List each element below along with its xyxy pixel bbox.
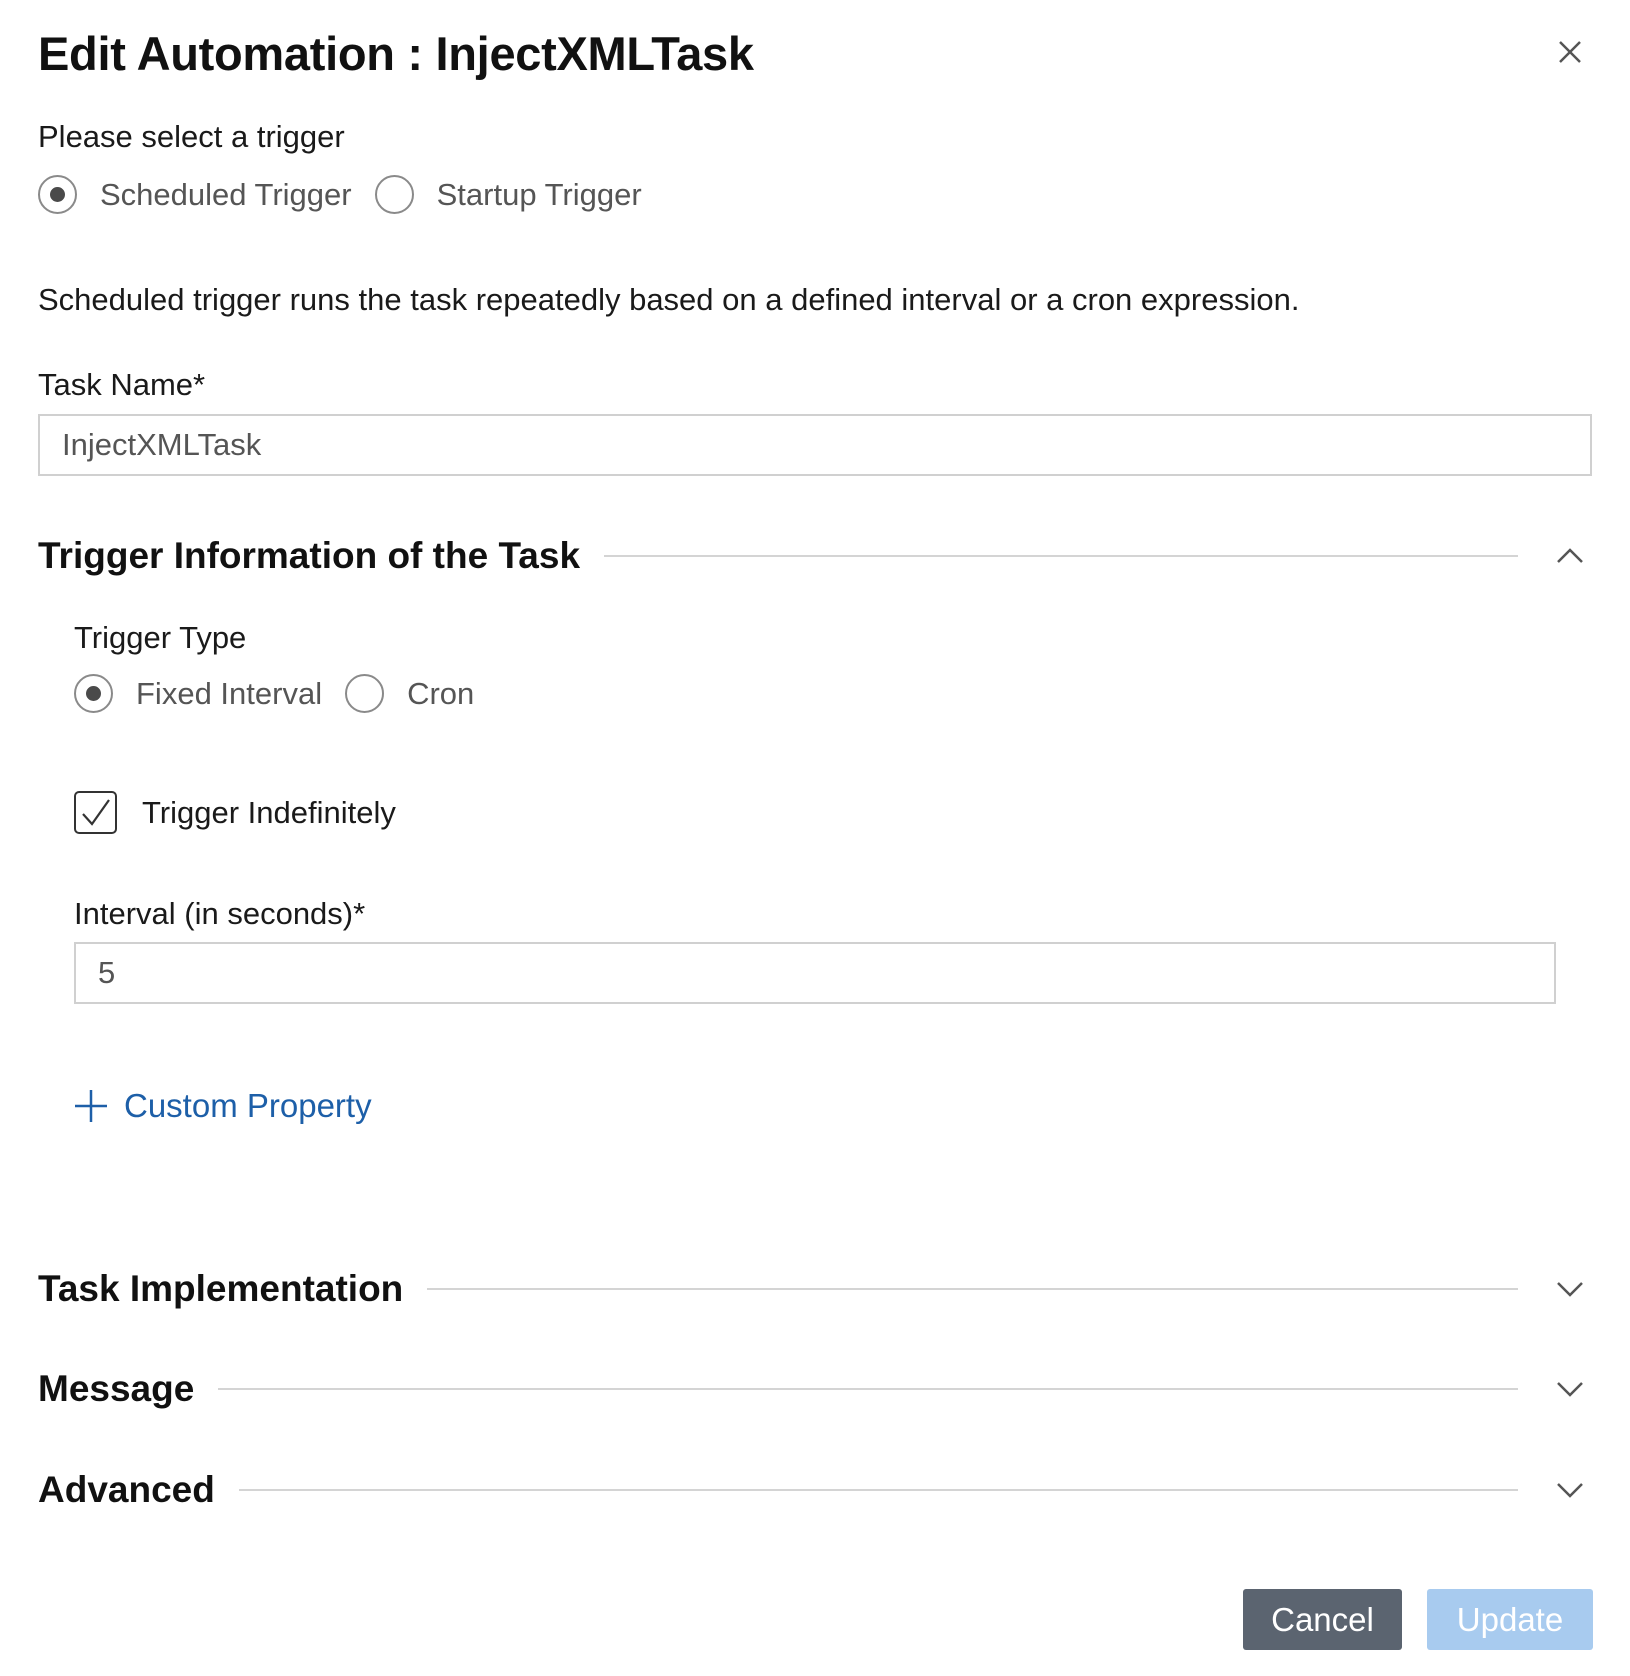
section-title: Message: [38, 1368, 195, 1409]
radio-button-selected[interactable]: [38, 175, 77, 214]
radio-button[interactable]: [345, 674, 385, 713]
edit-automation-dialog: Edit Automation : InjectXMLTask Please s…: [0, 0, 1630, 1676]
radio-startup-trigger[interactable]: Startup Trigger: [374, 175, 665, 214]
section-divider: [427, 1288, 1518, 1290]
plus-icon: [75, 1090, 107, 1122]
radio-scheduled-trigger[interactable]: Scheduled Trigger: [38, 175, 375, 214]
trigger-description: Scheduled trigger runs the task repeated…: [38, 282, 1300, 317]
section-divider: [238, 1489, 1518, 1491]
section-divider: [604, 555, 1518, 557]
chevron-down-icon[interactable]: [1554, 1474, 1586, 1506]
radio-button[interactable]: [374, 175, 414, 214]
checkmark-icon: [81, 798, 110, 826]
trigger-indefinitely-checkbox[interactable]: [74, 791, 117, 834]
task-name-input[interactable]: InjectXMLTask: [38, 414, 1592, 476]
trigger-radio-group: Scheduled Trigger Startup Trigger: [38, 175, 665, 214]
radio-label: Cron: [407, 675, 475, 711]
checkbox-label: Trigger Indefinitely: [142, 794, 396, 830]
close-button[interactable]: [1555, 37, 1585, 67]
radio-cron[interactable]: Cron: [345, 674, 497, 713]
section-title: Trigger Information of the Task: [38, 535, 581, 576]
section-message-header[interactable]: Message: [38, 1366, 1592, 1412]
chevron-up-icon[interactable]: [1554, 540, 1586, 572]
custom-property-label: Custom Property: [124, 1087, 372, 1124]
trigger-type-label: Trigger Type: [74, 620, 247, 655]
trigger-indefinitely-checkbox-row[interactable]: Trigger Indefinitely: [74, 791, 396, 834]
section-divider: [218, 1388, 1518, 1390]
radio-label: Fixed Interval: [136, 675, 323, 711]
trigger-type-radio-group: Fixed Interval Cron: [74, 674, 497, 713]
radio-fixed-interval[interactable]: Fixed Interval: [74, 674, 345, 713]
radio-button-selected[interactable]: [74, 674, 113, 713]
close-icon: [1559, 41, 1581, 63]
add-custom-property-button[interactable]: Custom Property: [74, 1087, 372, 1125]
chevron-down-icon[interactable]: [1554, 1273, 1586, 1305]
cancel-button[interactable]: Cancel: [1243, 1589, 1402, 1650]
chevron-down-icon[interactable]: [1554, 1373, 1586, 1405]
dialog-title: Edit Automation : InjectXMLTask: [38, 27, 754, 80]
interval-label: Interval (in seconds)*: [74, 896, 366, 931]
section-advanced-header[interactable]: Advanced: [38, 1467, 1592, 1513]
interval-input[interactable]: 5: [74, 942, 1556, 1004]
radio-label: Scheduled Trigger: [100, 176, 352, 212]
section-title: Advanced: [38, 1469, 215, 1510]
update-button[interactable]: Update: [1427, 1589, 1593, 1650]
section-title: Task Implementation: [38, 1268, 404, 1309]
section-task-implementation-header[interactable]: Task Implementation: [38, 1266, 1592, 1312]
radio-label: Startup Trigger: [436, 176, 642, 212]
trigger-select-label: Please select a trigger: [38, 119, 345, 154]
section-trigger-info-header[interactable]: Trigger Information of the Task: [38, 533, 1592, 579]
task-name-label: Task Name*: [38, 367, 206, 402]
